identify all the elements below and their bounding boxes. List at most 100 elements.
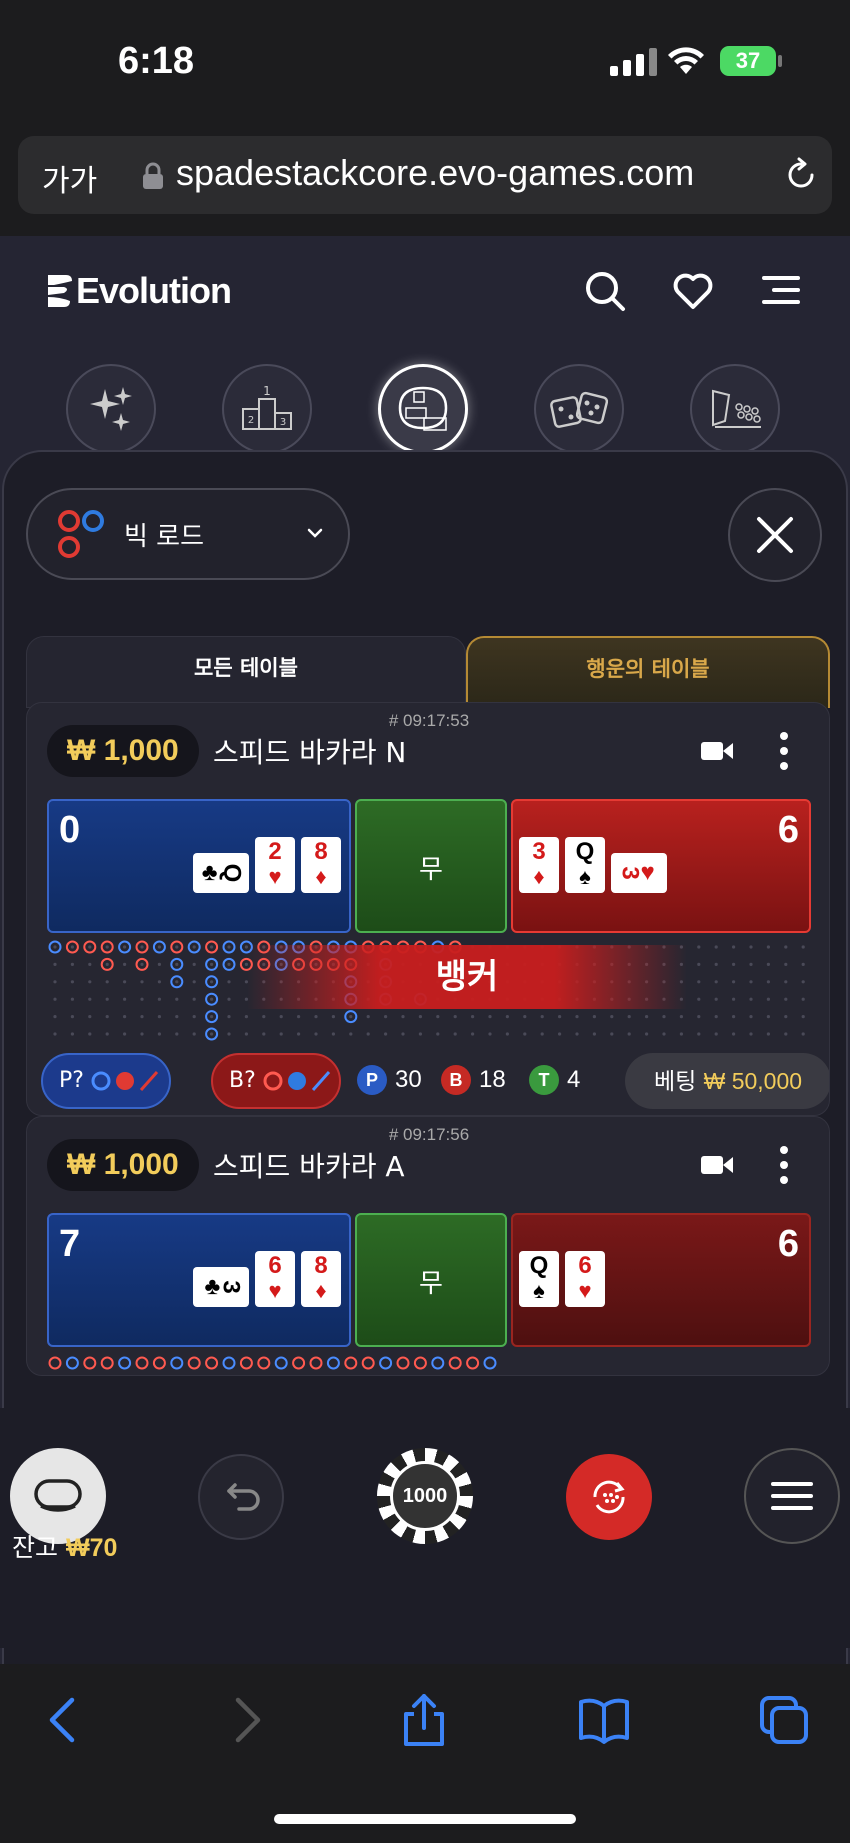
baccarat-table-icon (398, 386, 448, 431)
road-bead (222, 1356, 236, 1370)
chip-selector[interactable]: 1000 (377, 1448, 473, 1544)
road-bead (257, 1356, 271, 1370)
road-bead (466, 1356, 480, 1370)
road-grid-dot (314, 1032, 318, 1036)
video-camera-icon[interactable] (701, 1153, 733, 1177)
reload-icon[interactable] (782, 156, 820, 194)
road-grid-dot (471, 1015, 475, 1019)
road-grid-dot (227, 997, 231, 1001)
repeat-bet-button[interactable] (566, 1454, 652, 1540)
road-grid-dot (436, 1032, 440, 1036)
table-card[interactable]: # 09:17:56 ₩ 1,000 스피드 바카라 A 7 ♣ 3 6 ♥ 8 ♦ … (26, 1116, 830, 1376)
close-button[interactable] (728, 488, 822, 582)
category-game-shows[interactable] (690, 364, 780, 454)
road-grid-dot (123, 945, 127, 949)
road-grid-dot (70, 962, 74, 966)
road-grid-dot (210, 945, 214, 949)
road-grid-dot (279, 1015, 283, 1019)
menu-icon[interactable] (760, 270, 802, 312)
home-indicator (274, 1814, 576, 1824)
road-grid-dot (801, 1015, 805, 1019)
road-grid-dot (592, 1032, 597, 1036)
road-grid-dot (157, 1015, 161, 1019)
road-grid-dot (297, 1032, 301, 1036)
playing-card: 3 ♦ (519, 837, 559, 893)
tab-all-tables[interactable]: 모든 테이블 (26, 636, 466, 708)
road-grid-dot (505, 1015, 509, 1019)
back-icon[interactable] (38, 1694, 90, 1746)
road-bead (65, 1356, 79, 1370)
road-bead (292, 1356, 306, 1370)
road-grid-dot (679, 1015, 684, 1019)
wifi-icon (668, 47, 704, 74)
favorite-heart-icon[interactable] (672, 270, 714, 312)
road-bead (309, 1356, 323, 1370)
road-bead (135, 1356, 149, 1370)
road-grid-dot (366, 1015, 370, 1019)
address-bar[interactable]: 가가 spadestackcore.evo-games.com (18, 136, 832, 214)
road-grid-dot (140, 945, 144, 949)
evolution-logo[interactable]: Evolution (44, 270, 232, 312)
big-road-grid: 뱅커 (47, 939, 811, 1047)
forward-icon[interactable] (220, 1694, 272, 1746)
app-header: Evolution (0, 236, 850, 346)
table-min-bet: ₩ 1,000 (47, 1139, 199, 1191)
tab-lucky-tables[interactable]: 행운의 테이블 (466, 636, 830, 708)
road-grid-dot (123, 1015, 127, 1019)
road-grid-dot (488, 1032, 492, 1036)
road-grid-dot (88, 980, 92, 984)
big-road-grid (47, 1353, 811, 1373)
category-top-games[interactable]: 1 2 3 (222, 364, 312, 454)
road-beads (48, 1356, 497, 1370)
road-grid-dot (749, 997, 753, 1001)
road-bead (187, 1356, 201, 1370)
banker-prediction-button[interactable]: B? (211, 1053, 341, 1109)
bet-controls: 1000 잔고 ₩70 (0, 1408, 850, 1648)
road-bead (448, 1356, 462, 1370)
road-grid-dot (175, 1032, 179, 1036)
share-icon[interactable] (398, 1694, 450, 1746)
road-grid-dot (192, 945, 196, 949)
road-grid-dot (105, 1032, 109, 1036)
url-text[interactable]: spadestackcore.evo-games.com (176, 152, 694, 194)
player-prediction-button[interactable]: P? (41, 1053, 171, 1109)
player-win-count: P 30 (357, 1065, 422, 1095)
road-grid-dot (732, 980, 736, 984)
road-grid-dot (175, 945, 179, 949)
road-bead (483, 1356, 497, 1370)
tie-label: 무 (419, 855, 443, 885)
road-grid-dot (732, 962, 736, 966)
category-dice[interactable] (534, 364, 624, 454)
dice-icon (550, 391, 609, 428)
table-min-bet: ₩ 1,000 (47, 725, 199, 777)
road-bead (344, 1356, 358, 1370)
more-options-icon[interactable] (779, 1145, 789, 1185)
video-camera-icon[interactable] (701, 739, 733, 763)
main-menu-button[interactable] (744, 1448, 840, 1544)
road-grid-dot (801, 997, 805, 1001)
road-grid-dot (401, 1015, 405, 1019)
table-card[interactable]: # 09:17:53 ₩ 1,000 스피드 바카라 N 0 ♣ Q 2 ♥ 8 ♦ … (26, 702, 830, 1116)
category-featured[interactable] (66, 364, 156, 454)
bookmarks-icon[interactable] (578, 1694, 630, 1746)
text-size-button[interactable]: 가가 (42, 156, 97, 200)
banker-score: 6 (777, 809, 799, 851)
road-grid-dot (175, 997, 179, 1001)
road-bead (361, 1356, 375, 1370)
road-grid-dot (766, 1015, 771, 1019)
road-grid-dot (210, 997, 214, 1001)
close-icon (757, 517, 793, 553)
undo-button[interactable] (198, 1454, 284, 1540)
road-grid-dot (453, 1015, 457, 1019)
more-options-icon[interactable] (779, 731, 789, 771)
road-grid-dot (384, 1032, 388, 1036)
category-baccarat[interactable] (378, 364, 468, 454)
tabs-icon[interactable] (758, 1694, 810, 1746)
road-grid-dot (331, 1015, 335, 1019)
search-icon[interactable] (584, 270, 626, 312)
playing-card: 6 ♥ (255, 1251, 295, 1307)
road-type-dropdown[interactable]: 빅 로드 (26, 488, 350, 580)
hamburger-icon (771, 1482, 813, 1510)
cellular-signal-icon (610, 48, 657, 76)
road-grid-dot (610, 1015, 614, 1019)
